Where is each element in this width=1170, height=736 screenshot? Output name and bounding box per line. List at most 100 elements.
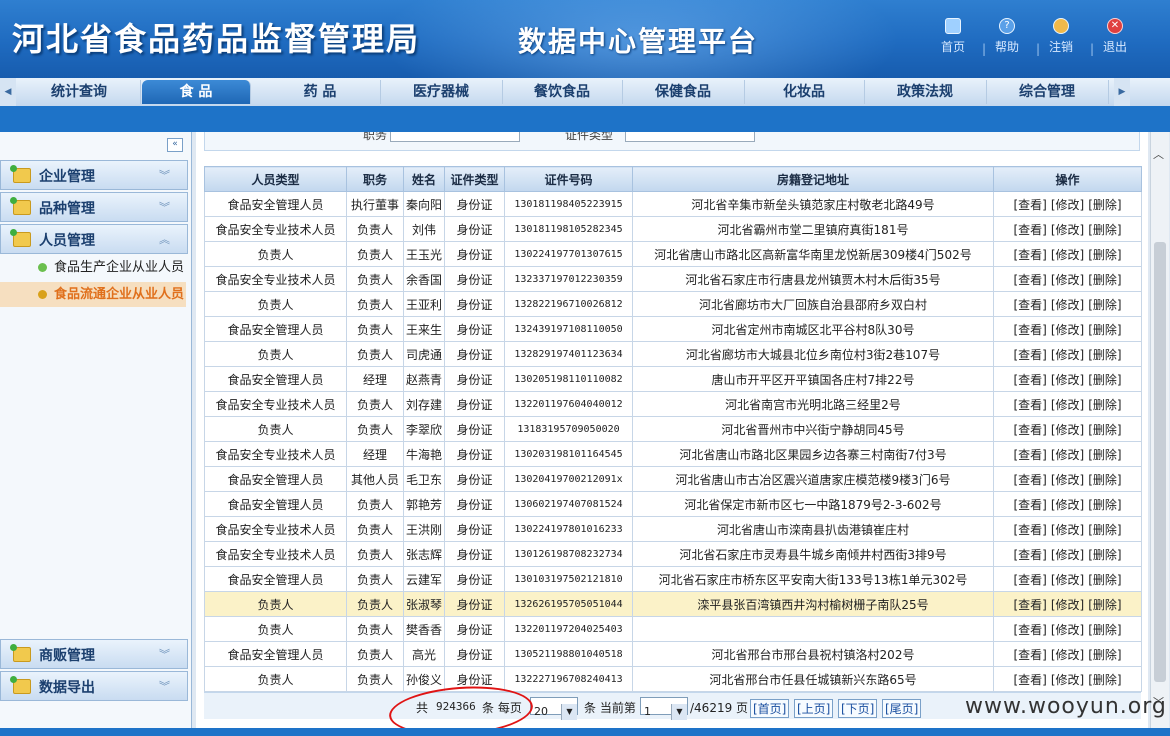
- logout-link[interactable]: 注销: [1038, 18, 1084, 55]
- view-button[interactable]: [查看]: [1013, 623, 1046, 637]
- delete-button[interactable]: [删除]: [1088, 198, 1121, 212]
- monitor-icon: [945, 18, 961, 34]
- view-button[interactable]: [查看]: [1013, 423, 1046, 437]
- view-button[interactable]: [查看]: [1013, 348, 1046, 362]
- table-row: 负责人 负责人 司虎通 身份证 132829197401123634 河北省廊坊市大城县北…: [204, 341, 1142, 367]
- delete-button[interactable]: [删除]: [1088, 498, 1121, 512]
- view-button[interactable]: [查看]: [1013, 248, 1046, 262]
- tab-food[interactable]: 食 品: [142, 80, 251, 104]
- delete-button[interactable]: [删除]: [1088, 523, 1121, 537]
- first-page-button[interactable]: [首页]: [750, 699, 790, 718]
- tab-policies[interactable]: 政策法规: [864, 80, 987, 104]
- view-button[interactable]: [查看]: [1013, 523, 1046, 537]
- sidebar-item-production-staff[interactable]: 食品生产企业从业人员: [0, 255, 186, 280]
- delete-button[interactable]: [删除]: [1088, 548, 1121, 562]
- view-button[interactable]: [查看]: [1013, 673, 1046, 687]
- edit-button[interactable]: [修改]: [1051, 673, 1084, 687]
- edit-button[interactable]: [修改]: [1051, 548, 1084, 562]
- delete-button[interactable]: [删除]: [1088, 373, 1121, 387]
- edit-button[interactable]: [修改]: [1051, 373, 1084, 387]
- edit-button[interactable]: [修改]: [1051, 273, 1084, 287]
- view-button[interactable]: [查看]: [1013, 448, 1046, 462]
- delete-button[interactable]: [删除]: [1088, 348, 1121, 362]
- delete-button[interactable]: [删除]: [1088, 423, 1121, 437]
- vertical-scrollbar[interactable]: ︿ ﹀: [1150, 132, 1169, 728]
- tab-medical-devices[interactable]: 医疗器械: [380, 80, 503, 104]
- view-button[interactable]: [查看]: [1013, 323, 1046, 337]
- tab-cosmetics[interactable]: 化妆品: [744, 80, 865, 104]
- sidebar-section-export[interactable]: 数据导出 ︾: [0, 671, 188, 701]
- sidebar-section-personnel[interactable]: 人员管理 ︽: [0, 224, 188, 254]
- view-button[interactable]: [查看]: [1013, 548, 1046, 562]
- edit-button[interactable]: [修改]: [1051, 473, 1084, 487]
- delete-button[interactable]: [删除]: [1088, 298, 1121, 312]
- filter-id-type-select[interactable]: [625, 132, 755, 142]
- edit-button[interactable]: [修改]: [1051, 223, 1084, 237]
- view-button[interactable]: [查看]: [1013, 398, 1046, 412]
- sidebar-section-vendors[interactable]: 商贩管理 ︾: [0, 639, 188, 669]
- footer-band: [0, 728, 1170, 736]
- table-cell: 河北省辛集市新垒头镇范家庄村敬老北路49号: [632, 191, 994, 217]
- scrollbar-thumb[interactable]: [1154, 242, 1166, 682]
- filter-position-input[interactable]: [390, 132, 520, 142]
- table-cell: 负责人: [204, 416, 347, 442]
- view-button[interactable]: [查看]: [1013, 498, 1046, 512]
- edit-button[interactable]: [修改]: [1051, 448, 1084, 462]
- edit-button[interactable]: [修改]: [1051, 498, 1084, 512]
- edit-button[interactable]: [修改]: [1051, 648, 1084, 662]
- home-link[interactable]: 首页: [930, 18, 976, 55]
- delete-button[interactable]: [删除]: [1088, 273, 1121, 287]
- view-button[interactable]: [查看]: [1013, 373, 1046, 387]
- exit-link[interactable]: ✕ 退出: [1092, 18, 1138, 55]
- delete-button[interactable]: [删除]: [1088, 398, 1121, 412]
- edit-button[interactable]: [修改]: [1051, 323, 1084, 337]
- view-button[interactable]: [查看]: [1013, 298, 1046, 312]
- sidebar-section-varieties[interactable]: 品种管理 ︾: [0, 192, 188, 222]
- table-cell: 身份证: [444, 391, 505, 417]
- delete-button[interactable]: [删除]: [1088, 623, 1121, 637]
- tab-health-food[interactable]: 保健食品: [622, 80, 745, 104]
- edit-button[interactable]: [修改]: [1051, 398, 1084, 412]
- view-button[interactable]: [查看]: [1013, 598, 1046, 612]
- view-button[interactable]: [查看]: [1013, 573, 1046, 587]
- edit-button[interactable]: [修改]: [1051, 298, 1084, 312]
- sidebar-section-enterprise[interactable]: 企业管理 ︾: [0, 160, 188, 190]
- chevron-up-icon[interactable]: ︿: [1153, 146, 1164, 162]
- view-button[interactable]: [查看]: [1013, 223, 1046, 237]
- delete-button[interactable]: [删除]: [1088, 673, 1121, 687]
- edit-button[interactable]: [修改]: [1051, 248, 1084, 262]
- delete-button[interactable]: [删除]: [1088, 323, 1121, 337]
- delete-button[interactable]: [删除]: [1088, 573, 1121, 587]
- tab-statistics[interactable]: 统计查询: [18, 80, 141, 104]
- edit-button[interactable]: [修改]: [1051, 348, 1084, 362]
- collapse-sidebar-icon[interactable]: «: [167, 138, 183, 152]
- edit-button[interactable]: [修改]: [1051, 423, 1084, 437]
- tab-general-admin[interactable]: 综合管理: [986, 80, 1109, 104]
- view-button[interactable]: [查看]: [1013, 198, 1046, 212]
- help-link[interactable]: ? 帮助: [984, 18, 1030, 55]
- edit-button[interactable]: [修改]: [1051, 598, 1084, 612]
- delete-button[interactable]: [删除]: [1088, 248, 1121, 262]
- edit-button[interactable]: [修改]: [1051, 623, 1084, 637]
- edit-button[interactable]: [修改]: [1051, 523, 1084, 537]
- page-select[interactable]: 1 ▼: [640, 697, 688, 720]
- view-button[interactable]: [查看]: [1013, 648, 1046, 662]
- tab-drugs[interactable]: 药 品: [260, 80, 381, 104]
- view-button[interactable]: [查看]: [1013, 473, 1046, 487]
- delete-button[interactable]: [删除]: [1088, 448, 1121, 462]
- delete-button[interactable]: [删除]: [1088, 598, 1121, 612]
- prev-page-button[interactable]: [上页]: [794, 699, 834, 718]
- tab-catering-food[interactable]: 餐饮食品: [502, 80, 623, 104]
- view-button[interactable]: [查看]: [1013, 273, 1046, 287]
- nav-scroll-right-icon[interactable]: ▶: [1114, 78, 1130, 106]
- delete-button[interactable]: [删除]: [1088, 223, 1121, 237]
- nav-scroll-left-icon[interactable]: ◀: [0, 78, 16, 106]
- delete-button[interactable]: [删除]: [1088, 648, 1121, 662]
- per-page-select[interactable]: 20 ▼: [530, 697, 578, 720]
- edit-button[interactable]: [修改]: [1051, 198, 1084, 212]
- sidebar-item-circulation-staff[interactable]: 食品流通企业从业人员: [0, 282, 186, 307]
- delete-button[interactable]: [删除]: [1088, 473, 1121, 487]
- next-page-button[interactable]: [下页]: [838, 699, 878, 718]
- edit-button[interactable]: [修改]: [1051, 573, 1084, 587]
- last-page-button[interactable]: [尾页]: [882, 699, 922, 718]
